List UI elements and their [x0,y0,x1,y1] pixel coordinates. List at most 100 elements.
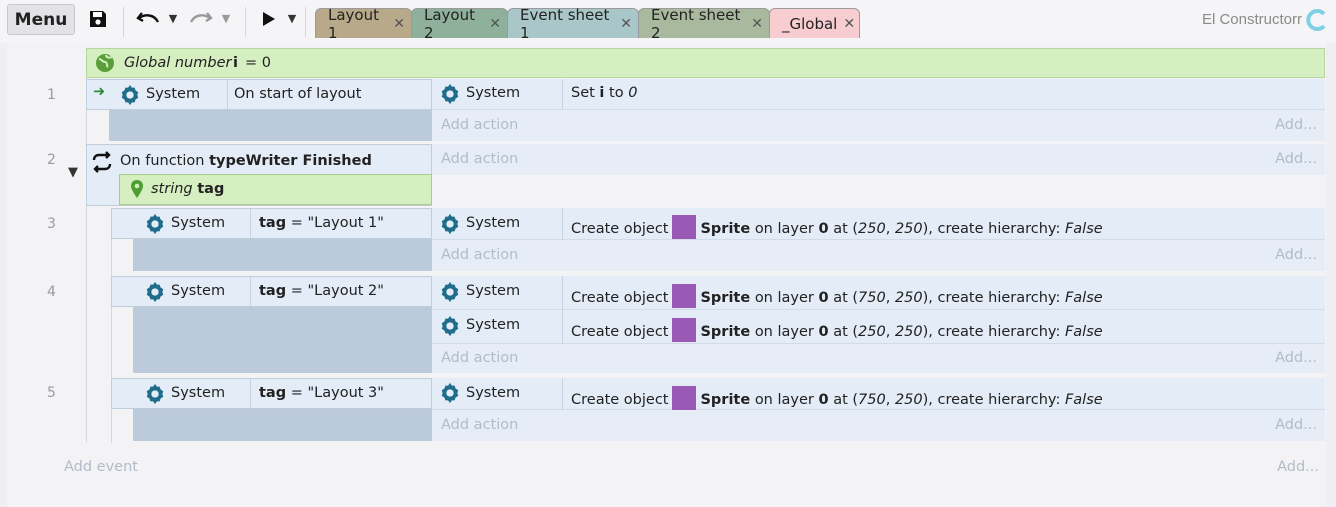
add-action-row[interactable]: Add action Add... [432,344,1325,373]
global-var-value: = 0 [245,55,271,71]
condition-text: On start of layout [234,86,362,102]
toolbar: Menu ▼ ▼ ▼ Layout 1 ✕ Layout 2 ✕ Event she… [0,0,1336,43]
tab-event-sheet-2[interactable]: Event sheet 2 ✕ [638,6,770,42]
condition-text: tag = "Layout 2" [259,283,384,299]
add-more-link[interactable]: Add... [1275,247,1317,263]
line-number: 2 [47,152,56,168]
action-text: Create object Sprite on layer 0 at (250, … [571,215,1103,239]
system-gear-icon [439,382,461,404]
close-icon[interactable]: ✕ [620,16,638,32]
tab-label: Event sheet 2 [651,5,741,42]
close-icon[interactable]: ✕ [489,16,507,32]
brand-label: El Constructorr [1201,11,1302,28]
tab-label: Event sheet 1 [520,5,610,42]
close-icon[interactable]: ✕ [751,16,769,32]
add-action-row[interactable]: Add action Add... [432,110,1325,141]
condition-object: System [171,215,226,231]
close-icon[interactable]: ✕ [393,16,411,32]
sub-event-2-condition-empty[interactable] [133,307,432,373]
menu-button[interactable]: Menu [7,4,75,35]
condition-text: tag = "Layout 3" [259,385,384,401]
trigger-arrow-icon: ➜ [93,84,106,100]
sub-event-2-condition[interactable]: System tag = "Layout 2" [111,276,432,307]
event-sheet: Global number i = 0 1 ➜ System On start … [7,43,1326,507]
system-gear-icon [144,281,166,303]
tab-event-sheet-1[interactable]: Event sheet 1 ✕ [507,6,639,42]
sprite-thumbnail-icon [672,386,697,410]
save-icon[interactable] [86,7,110,31]
add-action-row[interactable]: Add action Add... [432,240,1325,271]
function-heading: On function typeWriter Finished [120,153,372,169]
tab-label: Layout 2 [424,5,475,42]
action-text: Create object Sprite on layer 0 at (750, … [571,284,1103,308]
add-more-link[interactable]: Add... [1277,459,1319,475]
parameter-pin-icon [130,179,144,203]
undo-icon[interactable] [135,8,161,30]
sub-event-3-condition-empty[interactable] [133,409,432,441]
condition-object: System [146,86,201,102]
add-action-link[interactable]: Add action [441,151,518,167]
add-action-row[interactable]: Add action Add... [432,410,1325,441]
sub-event-1-condition-empty[interactable] [133,239,432,271]
add-more-link[interactable]: Add... [1275,151,1317,167]
brand-logo-icon [1304,8,1328,36]
event-1-action[interactable]: System Set i to 0 [432,79,1325,110]
add-action-link[interactable]: Add action [441,350,518,366]
system-gear-icon [144,213,166,235]
sub-event-1-condition[interactable]: System tag = "Layout 1" [111,208,432,239]
condition-text: tag = "Layout 1" [259,215,384,231]
add-action-row[interactable]: Add action Add... [432,144,1325,175]
parameter-text: string tag [151,181,225,197]
redo-icon[interactable] [188,8,214,30]
global-var-name: i [233,55,238,71]
line-number: 3 [47,216,56,232]
system-gear-icon [144,383,166,405]
line-number: 1 [47,87,56,103]
global-var-prefix: Global number [124,55,232,71]
tab-global[interactable]: _Global ✕ [769,8,860,38]
system-gear-icon [439,315,461,337]
system-gear-icon [119,84,141,106]
action-text: Set i to 0 [571,85,638,101]
event-1-condition[interactable]: ➜ System On start of layout [86,79,432,110]
action-object: System [466,215,521,231]
action-text: Create object Sprite on layer 0 at (250, … [571,318,1103,342]
add-action-link[interactable]: Add action [441,247,518,263]
add-action-link[interactable]: Add action [441,117,518,133]
play-icon[interactable] [258,8,280,30]
add-more-link[interactable]: Add... [1275,417,1317,433]
system-gear-icon [439,281,461,303]
sub-event-3-condition[interactable]: System tag = "Layout 3" [111,378,432,409]
add-more-link[interactable]: Add... [1275,117,1317,133]
line-number: 5 [47,385,56,401]
sub-event-2-action-1[interactable]: System Create object Sprite on layer 0 at… [432,276,1325,310]
condition-object: System [171,385,226,401]
global-variable[interactable]: Global number i = 0 [86,48,1325,78]
collapse-triangle-icon[interactable]: ▼ [68,165,78,180]
action-object: System [466,283,521,299]
redo-dropdown-icon[interactable]: ▼ [219,11,233,25]
sprite-thumbnail-icon [672,215,697,239]
add-action-link[interactable]: Add action [441,417,518,433]
line-number: 4 [47,284,56,300]
tab-label: _Global [782,14,838,33]
condition-object: System [171,283,226,299]
add-event-link[interactable]: Add event [64,459,138,475]
add-more-link[interactable]: Add... [1275,350,1317,366]
close-icon[interactable]: ✕ [843,16,861,32]
play-dropdown-icon[interactable]: ▼ [285,11,299,25]
tab-layout-1[interactable]: Layout 1 ✕ [315,6,412,42]
event-1-condition-empty[interactable] [109,110,432,141]
sprite-thumbnail-icon [672,318,697,342]
sub-event-2-action-2[interactable]: System Create object Sprite on layer 0 at… [432,310,1325,344]
sub-event-3-action[interactable]: System Create object Sprite on layer 0 at… [432,378,1325,410]
action-object: System [466,85,521,101]
sub-event-1-action[interactable]: System Create object Sprite on layer 0 at… [432,208,1325,240]
system-gear-icon [439,83,461,105]
function-parameter[interactable]: string tag [119,174,432,205]
undo-dropdown-icon[interactable]: ▼ [166,11,180,25]
sprite-thumbnail-icon [672,284,697,308]
system-gear-icon [439,213,461,235]
tab-layout-2[interactable]: Layout 2 ✕ [411,6,508,42]
action-text: Create object Sprite on layer 0 at (750, … [571,386,1103,410]
